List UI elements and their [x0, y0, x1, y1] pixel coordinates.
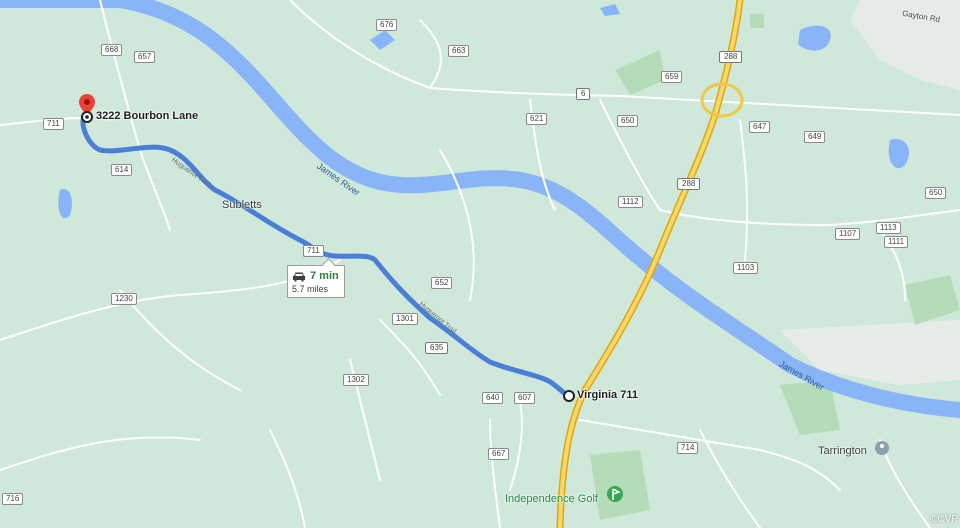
land-area [0, 0, 960, 528]
park-area [750, 14, 764, 28]
route-shield: 1107 [835, 228, 861, 240]
route-shield: 659 [661, 71, 683, 83]
route-shield: 676 [376, 19, 398, 31]
destination-label[interactable]: Virginia 711 [577, 389, 638, 401]
route-shield: 647 [749, 121, 771, 133]
origin-marker-icon[interactable] [81, 111, 93, 123]
route-shield: 711 [43, 118, 64, 130]
route-shield: 621 [526, 113, 548, 125]
route-shield: 1111 [884, 236, 909, 248]
route-shield: 614 [111, 164, 133, 176]
route-shield: 716 [2, 493, 24, 505]
trip-info-box[interactable]: 7 min 5.7 miles [287, 265, 345, 298]
route-shield: 640 [482, 392, 504, 404]
place-marker-icon[interactable] [875, 441, 889, 455]
copyright-label: ©CVP [930, 514, 958, 525]
place-label-subletts[interactable]: Subletts [222, 199, 262, 211]
car-icon [293, 272, 305, 281]
trip-time: 7 min [310, 270, 339, 282]
route-shield: 607 [514, 392, 536, 404]
route-shield: 1302 [343, 374, 369, 386]
route-shield: 1113 [876, 222, 901, 234]
route-shield: 635 [425, 342, 449, 354]
route-shield: 1301 [392, 313, 418, 325]
route-shield: 652 [431, 277, 453, 289]
route-shield: 667 [488, 448, 510, 460]
route-shield: 711 [303, 245, 324, 257]
route-shield: 1112 [618, 196, 643, 208]
route-shield: 668 [101, 44, 123, 56]
place-label-tarrington[interactable]: Tarrington [818, 445, 867, 457]
map-base [0, 0, 960, 528]
map-canvas[interactable]: 3222 Bourbon Lane Virginia 711 Subletts … [0, 0, 960, 528]
route-shield: 1230 [111, 293, 137, 305]
route-shield: 649 [804, 131, 826, 143]
origin-label[interactable]: 3222 Bourbon Lane [96, 110, 198, 122]
route-shield: 650 [617, 115, 639, 127]
golf-icon[interactable] [607, 486, 623, 502]
route-shield: 288 [719, 51, 743, 63]
place-label-independence-golf[interactable]: Independence Golf [505, 493, 598, 505]
route-shield: 663 [448, 45, 470, 57]
route-shield: 6 [576, 88, 591, 100]
route-shield: 1103 [733, 262, 759, 274]
route-shield: 650 [925, 187, 947, 199]
park-area [590, 450, 650, 520]
trip-distance: 5.7 miles [292, 284, 329, 294]
route-shield: 288 [677, 178, 701, 190]
route-shield: 657 [134, 51, 156, 63]
destination-marker-icon[interactable] [563, 390, 575, 402]
route-shield: 714 [677, 442, 699, 454]
